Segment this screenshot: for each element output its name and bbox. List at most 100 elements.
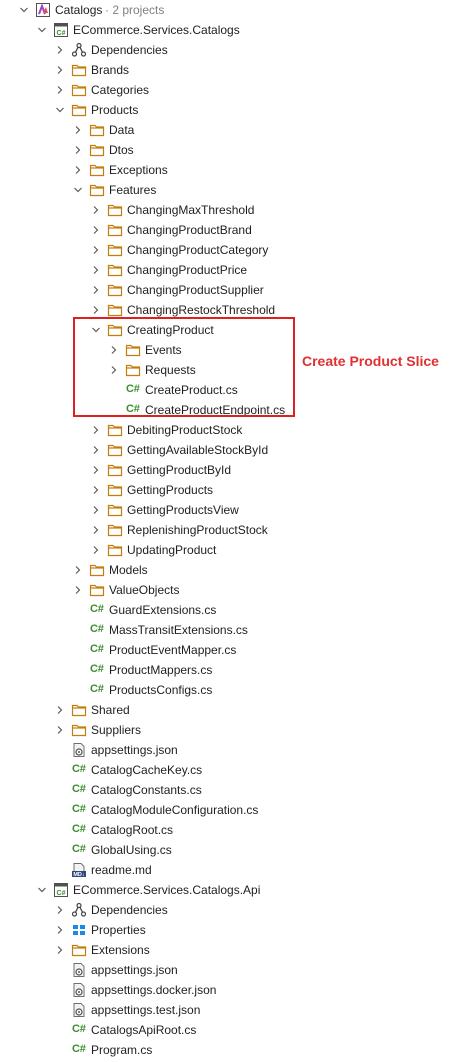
tree-item-appsettings-json[interactable]: appsettings.json [0, 960, 463, 980]
tree-item-changingmaxthreshold[interactable]: ChangingMaxThreshold [0, 200, 463, 220]
chevron-right-icon[interactable] [91, 504, 101, 516]
tree-item-label: ReplenishingProductStock [127, 523, 268, 537]
tree-item-gettingavailablestockbyid[interactable]: GettingAvailableStockById [0, 440, 463, 460]
chevron-right-icon[interactable] [55, 724, 65, 736]
tree-item-catalogconstants-cs[interactable]: C# CatalogConstants.cs [0, 780, 463, 800]
tree-item-program-cs[interactable]: C# Program.cs [0, 1040, 463, 1060]
tree-item-suppliers[interactable]: Suppliers [0, 720, 463, 740]
folder-icon [71, 102, 87, 118]
csharp-file-icon: C# [90, 623, 104, 635]
chevron-right-icon[interactable] [91, 204, 101, 216]
chevron-right-icon[interactable] [73, 144, 83, 156]
tree-item-models[interactable]: Models [0, 560, 463, 580]
tree-item-data[interactable]: Data [0, 120, 463, 140]
tree-item-gettingproductsview[interactable]: GettingProductsView [0, 500, 463, 520]
tree-item-exceptions[interactable]: Exceptions [0, 160, 463, 180]
chevron-right-icon[interactable] [91, 544, 101, 556]
tree-item-ecommerce-services-catalogs-api[interactable]: C# ECommerce.Services.Catalogs.Api [0, 880, 463, 900]
tree-item-debitingproductstock[interactable]: DebitingProductStock [0, 420, 463, 440]
tree-item-changingproductcategory[interactable]: ChangingProductCategory [0, 240, 463, 260]
folder-icon [107, 522, 123, 538]
chevron-right-icon[interactable] [73, 564, 83, 576]
tree-item-appsettings-test-json[interactable]: appsettings.test.json [0, 1000, 463, 1020]
json-icon [71, 962, 87, 978]
folder-icon [107, 242, 123, 258]
tree-item-readme-md[interactable]: MD↓ readme.md [0, 860, 463, 880]
tree-item-productmappers-cs[interactable]: C# ProductMappers.cs [0, 660, 463, 680]
csharp-file-icon: C# [90, 663, 104, 675]
chevron-right-icon[interactable] [91, 264, 101, 276]
tree-item-gettingproductbyid[interactable]: GettingProductById [0, 460, 463, 480]
tree-item-label: UpdatingProduct [127, 543, 217, 557]
tree-item-label: CatalogRoot.cs [91, 823, 174, 837]
chevron-down-icon[interactable] [55, 104, 65, 116]
tree-item-categories[interactable]: Categories [0, 80, 463, 100]
chevron-down-icon[interactable] [37, 884, 47, 896]
chevron-down-icon[interactable] [37, 24, 47, 36]
chevron-right-icon[interactable] [73, 164, 83, 176]
tree-item-label: Shared [91, 703, 130, 717]
tree-item-catalogroot-cs[interactable]: C# CatalogRoot.cs [0, 820, 463, 840]
folder-icon [89, 142, 105, 158]
tree-item-catalogmoduleconfiguration-cs[interactable]: C# CatalogModuleConfiguration.cs [0, 800, 463, 820]
tree-item-changingproductsupplier[interactable]: ChangingProductSupplier [0, 280, 463, 300]
chevron-right-icon[interactable] [91, 444, 101, 456]
tree-item-valueobjects[interactable]: ValueObjects [0, 580, 463, 600]
tree-item-appsettings-json[interactable]: appsettings.json [0, 740, 463, 760]
chevron-right-icon[interactable] [91, 524, 101, 536]
tree-item-producteventmapper-cs[interactable]: C# ProductEventMapper.cs [0, 640, 463, 660]
chevron-right-icon[interactable] [55, 64, 65, 76]
chevron-right-icon[interactable] [91, 284, 101, 296]
tree-item-extensions[interactable]: Extensions [0, 940, 463, 960]
chevron-down-icon[interactable] [73, 184, 83, 196]
chevron-right-icon[interactable] [55, 924, 65, 936]
tree-item-globalusing-cs[interactable]: C# GlobalUsing.cs [0, 840, 463, 860]
tree-item-catalogcachekey-cs[interactable]: C# CatalogCacheKey.cs [0, 760, 463, 780]
tree-item-catalogs[interactable]: Catalogs · 2 projects [0, 0, 463, 20]
tree-item-label: Models [109, 563, 148, 577]
tree-item-masstransitextensions-cs[interactable]: C# MassTransitExtensions.cs [0, 620, 463, 640]
tree-item-updatingproduct[interactable]: UpdatingProduct [0, 540, 463, 560]
svg-text:MD↓: MD↓ [73, 872, 85, 878]
chevron-right-icon[interactable] [91, 244, 101, 256]
tree-item-changingproductbrand[interactable]: ChangingProductBrand [0, 220, 463, 240]
tree-item-ecommerce-services-catalogs[interactable]: C# ECommerce.Services.Catalogs [0, 20, 463, 40]
chevron-right-icon[interactable] [73, 124, 83, 136]
chevron-right-icon[interactable] [55, 704, 65, 716]
tree-item-label: DebitingProductStock [127, 423, 243, 437]
chevron-right-icon[interactable] [91, 304, 101, 316]
tree-item-changingproductprice[interactable]: ChangingProductPrice [0, 260, 463, 280]
tree-item-productsconfigs-cs[interactable]: C# ProductsConfigs.cs [0, 680, 463, 700]
chevron-right-icon[interactable] [55, 944, 65, 956]
tree-item-gettingproducts[interactable]: GettingProducts [0, 480, 463, 500]
tree-item-label: Extensions [91, 943, 150, 957]
tree-item-dependencies[interactable]: Dependencies [0, 900, 463, 920]
tree-item-dtos[interactable]: Dtos [0, 140, 463, 160]
chevron-right-icon[interactable] [55, 44, 65, 56]
tree-item-replenishingproductstock[interactable]: ReplenishingProductStock [0, 520, 463, 540]
chevron-right-icon[interactable] [91, 424, 101, 436]
tree-item-label: appsettings.json [91, 963, 178, 977]
chevron-right-icon[interactable] [91, 464, 101, 476]
tree-item-shared[interactable]: Shared [0, 700, 463, 720]
tree-item-properties[interactable]: Properties [0, 920, 463, 940]
tree-item-guardextensions-cs[interactable]: C# GuardExtensions.cs [0, 600, 463, 620]
tree-item-label: ChangingRestockThreshold [127, 303, 276, 317]
folder-icon [107, 262, 123, 278]
chevron-right-icon[interactable] [91, 484, 101, 496]
chevron-right-icon[interactable] [55, 904, 65, 916]
chevron-down-icon[interactable] [19, 4, 29, 16]
tree-item-brands[interactable]: Brands [0, 60, 463, 80]
tree-item-catalogsapiroot-cs[interactable]: C# CatalogsApiRoot.cs [0, 1020, 463, 1040]
tree-item-label: ValueObjects [109, 583, 180, 597]
tree-item-features[interactable]: Features [0, 180, 463, 200]
folder-icon [71, 702, 87, 718]
tree-item-products[interactable]: Products [0, 100, 463, 120]
chevron-right-icon[interactable] [55, 84, 65, 96]
chevron-right-icon[interactable] [91, 224, 101, 236]
tree-item-appsettings-docker-json[interactable]: appsettings.docker.json [0, 980, 463, 1000]
tree-item-label: GlobalUsing.cs [91, 843, 172, 857]
tree-item-dependencies[interactable]: Dependencies [0, 40, 463, 60]
create-product-slice-annotation: Create Product Slice [302, 353, 439, 369]
chevron-right-icon[interactable] [73, 584, 83, 596]
